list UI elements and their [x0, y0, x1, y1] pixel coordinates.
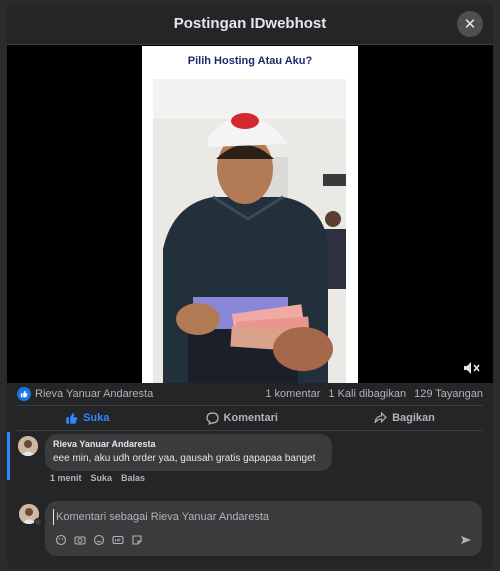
comment-like-link[interactable]: Suka [91, 473, 113, 483]
composer-toolbar [55, 534, 143, 546]
gif-icon[interactable] [112, 534, 124, 546]
post-stats: Rieva Yanuar Andaresta 1 komentar 1 Kali… [7, 383, 493, 405]
sticker-icon[interactable] [131, 534, 143, 546]
emoji-icon[interactable] [93, 534, 105, 546]
send-icon[interactable] [460, 534, 472, 546]
avatar-sticker-icon[interactable] [55, 534, 67, 546]
dialog-header: Postingan IDwebhost ✕ [7, 3, 493, 45]
thumbs-up-icon [66, 412, 78, 424]
comment-text: eee min, aku udh order yaa, gausah grati… [53, 453, 316, 464]
share-button[interactable]: Bagikan [374, 411, 435, 425]
speaker-muted-icon[interactable] [463, 361, 481, 375]
comment-composer [45, 501, 482, 556]
comment-button[interactable]: Komentari [205, 411, 278, 425]
camera-icon[interactable] [74, 534, 86, 546]
like-button[interactable]: Suka [65, 412, 109, 425]
commenter-avatar[interactable] [18, 436, 38, 456]
comment-reply-link[interactable]: Balas [121, 473, 145, 483]
comment-count[interactable]: 1 komentar [265, 388, 320, 400]
video-heading: Pilih Hosting Atau Aku? [187, 55, 313, 67]
chevron-down-icon[interactable] [34, 518, 42, 526]
post-dialog: Postingan IDwebhost ✕ Pilih Hosting Atau… [7, 3, 493, 569]
reactor-name[interactable]: Rieva Yanuar Andaresta [35, 388, 153, 400]
post-actions: Suka Komentari Bagikan [17, 405, 483, 431]
comment-highlight [7, 432, 10, 480]
close-icon: ✕ [463, 16, 477, 33]
comment-input[interactable] [53, 509, 453, 525]
comment-author[interactable]: Rieva Yanuar Andaresta [53, 439, 324, 449]
share-icon [374, 411, 387, 423]
share-count[interactable]: 1 Kali dibagikan [328, 388, 406, 400]
comment-label: Komentari [223, 412, 278, 424]
view-count: 129 Tayangan [414, 388, 483, 400]
comment-time[interactable]: 1 menit [50, 473, 82, 483]
close-button[interactable]: ✕ [457, 11, 483, 37]
comment-icon [205, 411, 219, 425]
video-player[interactable]: Pilih Hosting Atau Aku? [7, 45, 493, 383]
share-label: Bagikan [392, 412, 435, 424]
video-frame: Pilih Hosting Atau Aku? [142, 46, 358, 383]
dialog-title: Postingan IDwebhost [173, 15, 327, 32]
like-label: Suka [83, 412, 110, 424]
video-photo [153, 79, 346, 383]
comment-bubble: Rieva Yanuar Andaresta eee min, aku udh … [45, 434, 332, 471]
like-reaction-icon [17, 387, 31, 401]
comment-meta: 1 menit Suka Balas [50, 473, 145, 483]
